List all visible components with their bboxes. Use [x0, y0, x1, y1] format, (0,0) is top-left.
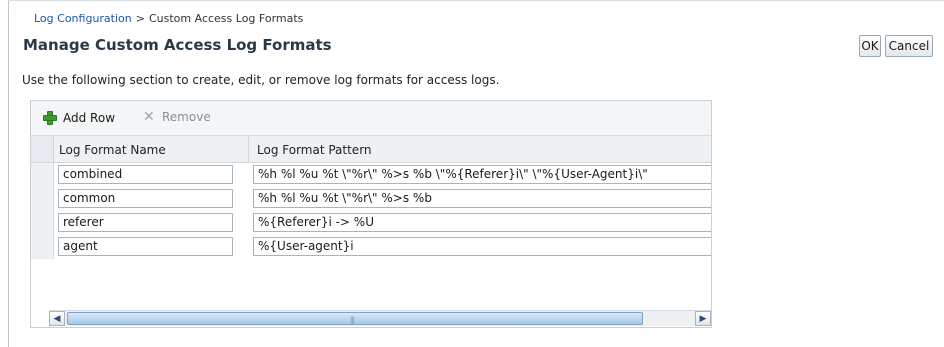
row-selector[interactable]: [31, 211, 54, 235]
breadcrumb-current: Custom Access Log Formats: [148, 12, 304, 25]
row-selector[interactable]: [31, 235, 54, 259]
column-header-name[interactable]: Log Format Name: [59, 143, 166, 157]
row-selector[interactable]: [31, 163, 54, 187]
breadcrumb: Log Configuration > Custom Access Log Form…: [34, 12, 303, 25]
remove-label: Remove: [162, 110, 211, 124]
log-format-pattern-input[interactable]: %{User-agent}i: [253, 237, 711, 256]
log-format-name-input[interactable]: agent: [58, 237, 233, 256]
log-formats-table-panel: Add Row ✕ Remove Log Format Name Log For…: [30, 100, 712, 328]
table-row: common %h %l %u %t \"%r\" %>s %b: [31, 187, 711, 211]
row-selector[interactable]: [31, 187, 54, 211]
breadcrumb-separator: >: [135, 12, 145, 25]
log-format-name-input[interactable]: combined: [58, 165, 233, 184]
log-format-pattern-input[interactable]: %h %l %u %t \"%r\" %>s %b \"%{Referer}i\…: [253, 165, 711, 184]
page-top-border: [8, 0, 944, 1]
table-row: combined %h %l %u %t \"%r\" %>s %b \"%{R…: [31, 163, 711, 187]
table-header: Log Format Name Log Format Pattern: [31, 136, 711, 163]
log-format-name-input[interactable]: common: [58, 189, 233, 208]
remove-x-icon: ✕: [143, 109, 155, 125]
instructions-text: Use the following section to create, edi…: [22, 73, 500, 87]
table-toolbar: Add Row ✕ Remove: [31, 101, 711, 136]
breadcrumb-log-configuration-link[interactable]: Log Configuration: [34, 12, 132, 25]
scrollbar-thumb[interactable]: |||: [67, 312, 643, 325]
table-row: agent %{User-agent}i: [31, 235, 711, 259]
page-left-border: [8, 0, 9, 347]
remove-button[interactable]: ✕ Remove: [143, 110, 211, 124]
cancel-button[interactable]: Cancel: [885, 35, 933, 57]
ok-button[interactable]: OK: [859, 35, 881, 57]
scroll-right-icon[interactable]: ▶: [695, 311, 711, 326]
column-divider[interactable]: [248, 136, 249, 162]
add-row-label: Add Row: [63, 111, 116, 125]
page-title: Manage Custom Access Log Formats: [23, 36, 332, 54]
add-row-button[interactable]: Add Row: [42, 110, 115, 126]
horizontal-scrollbar[interactable]: ◀ ||| ▶: [49, 310, 711, 326]
log-format-pattern-input[interactable]: %{Referer}i -> %U: [253, 213, 711, 232]
column-header-pattern[interactable]: Log Format Pattern: [257, 143, 372, 157]
header-row-selector: [31, 136, 54, 162]
scroll-left-icon[interactable]: ◀: [49, 311, 65, 326]
table-row: referer %{Referer}i -> %U: [31, 211, 711, 235]
log-format-pattern-input[interactable]: %h %l %u %t \"%r\" %>s %b: [253, 189, 711, 208]
add-plus-icon: [42, 110, 58, 126]
log-format-name-input[interactable]: referer: [58, 213, 233, 232]
scrollbar-grip-icon: |||: [350, 316, 355, 324]
page-actions: OK Cancel: [859, 35, 933, 57]
